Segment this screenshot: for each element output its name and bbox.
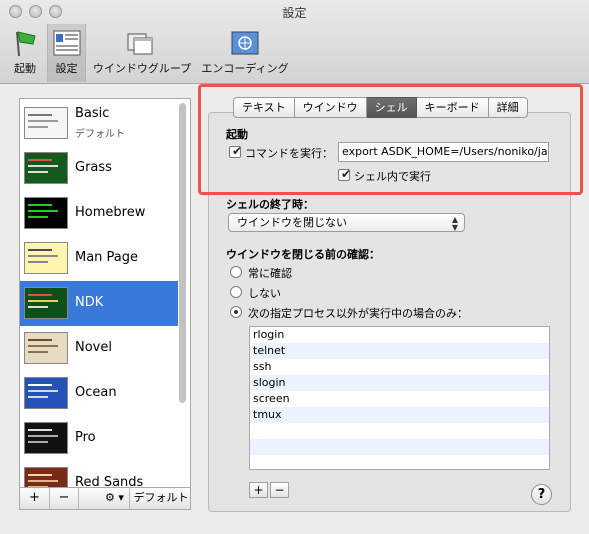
set-default-profile-button[interactable]: デフォルト xyxy=(130,488,192,509)
profile-thumbnail xyxy=(24,377,68,409)
toolbar-window-groups-label: ウインドウグループ xyxy=(92,62,192,75)
window-toolbar: 設定 起動 設定 ウインドウグループ エンコーディング xyxy=(0,0,589,84)
annotation-highlight-box xyxy=(198,84,583,195)
profile-ocean[interactable]: Ocean xyxy=(20,371,178,416)
confirm-never-radio[interactable] xyxy=(230,286,242,298)
profile-thumbnail xyxy=(24,107,68,139)
shell-exit-select[interactable]: ウインドウを閉じない ▲ ▼ xyxy=(228,213,465,232)
select-arrows-icon: ▲ ▼ xyxy=(451,215,458,232)
un-flag-icon xyxy=(231,31,259,55)
remove-process-button[interactable]: − xyxy=(270,482,289,498)
profile-name: Novel xyxy=(75,340,112,355)
profile-thumbnail xyxy=(24,467,68,487)
profile-novel[interactable]: Novel xyxy=(20,326,178,371)
process-list-item[interactable]: telnet xyxy=(250,343,549,359)
toolbar-encodings-label: エンコーディング xyxy=(201,62,289,75)
process-list[interactable]: rlogin telnet ssh slogin screen tmux xyxy=(249,326,550,470)
profile-name: Man Page xyxy=(75,250,139,265)
profile-name: Ocean xyxy=(75,385,117,400)
confirm-always-label: 常に確認 xyxy=(248,267,292,280)
profile-thumbnail xyxy=(24,152,68,184)
shell-exit-heading: シェルの終了時： xyxy=(226,198,314,211)
toolbar-startup-label: 起動 xyxy=(14,62,36,75)
window-title: 設定 xyxy=(282,6,307,20)
toolbar-window-groups[interactable]: ウインドウグループ xyxy=(92,24,192,82)
profile-name: Pro xyxy=(75,430,96,445)
confirm-except-processes-label: 次の指定プロセス以外が実行中の場合のみ： xyxy=(248,307,468,320)
process-list-item[interactable]: ssh xyxy=(250,359,549,375)
process-list-item[interactable]: slogin xyxy=(250,375,549,391)
profile-thumbnail xyxy=(24,332,68,364)
profile-red-sands[interactable]: Red Sands xyxy=(20,461,178,488)
settings-window-icon xyxy=(53,30,80,56)
toolbar-settings-label: 設定 xyxy=(55,62,78,75)
toolbar-encodings[interactable]: エンコーディング xyxy=(198,24,292,82)
profile-name: Red Sands xyxy=(75,475,144,488)
profile-thumbnail xyxy=(24,422,68,454)
profile-list[interactable]: Basic デフォルト Grass Homebrew Man Page NDK … xyxy=(19,98,191,488)
confirm-never-label: しない xyxy=(248,287,281,300)
profile-basic[interactable]: Basic デフォルト xyxy=(20,101,178,146)
add-process-button[interactable]: + xyxy=(249,482,268,498)
profile-name: Grass xyxy=(75,160,112,175)
profile-thumbnail xyxy=(24,287,68,319)
remove-profile-button[interactable]: − xyxy=(50,488,79,509)
close-confirm-heading: ウインドウを閉じる前の確認： xyxy=(226,248,380,261)
process-list-item[interactable]: tmux xyxy=(250,407,549,423)
confirm-always-radio[interactable] xyxy=(230,266,242,278)
profile-thumbnail xyxy=(24,242,68,274)
profile-actions-gear-button[interactable]: ⚙ ▾ xyxy=(100,488,130,509)
toolbar-settings[interactable]: 設定 xyxy=(47,24,86,82)
process-list-empty-row xyxy=(250,423,549,439)
process-list-empty-row xyxy=(250,455,549,469)
process-list-item[interactable]: rlogin xyxy=(250,327,549,343)
shell-exit-selected-value: ウインドウを閉じない xyxy=(237,216,347,229)
profile-list-buttons: + − ⚙ ▾ デフォルト xyxy=(19,488,191,510)
profile-man-page[interactable]: Man Page xyxy=(20,236,178,281)
help-button[interactable]: ? xyxy=(531,484,552,505)
confirm-except-processes-radio[interactable] xyxy=(230,306,242,318)
process-list-empty-row xyxy=(250,439,549,455)
profile-thumbnail xyxy=(24,197,68,229)
profile-list-scrollbar[interactable] xyxy=(179,103,186,403)
profile-name: Basic xyxy=(75,106,110,121)
profile-homebrew[interactable]: Homebrew xyxy=(20,191,178,236)
profile-pro[interactable]: Pro xyxy=(20,416,178,461)
profile-name: Homebrew xyxy=(75,205,146,220)
profile-default-badge: デフォルト xyxy=(75,129,125,140)
profile-name: NDK xyxy=(75,295,104,310)
add-profile-button[interactable]: + xyxy=(20,488,50,509)
process-list-item[interactable]: screen xyxy=(250,391,549,407)
window-group-icon xyxy=(127,33,153,55)
profile-ndk[interactable]: NDK xyxy=(20,281,178,326)
green-flag-icon xyxy=(16,31,36,57)
profile-grass[interactable]: Grass xyxy=(20,146,178,191)
toolbar-startup[interactable]: 起動 xyxy=(7,24,43,82)
